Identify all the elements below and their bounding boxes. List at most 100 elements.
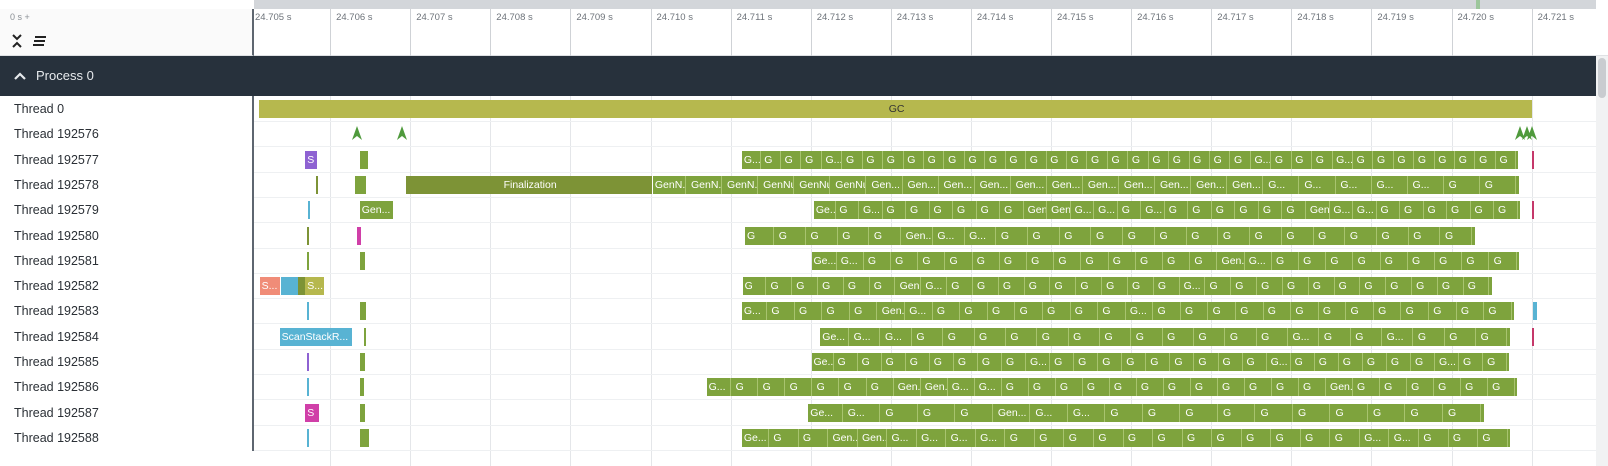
- process-header[interactable]: Process 0: [0, 56, 1608, 96]
- gen-slice[interactable]: G: [920, 251, 946, 270]
- gen-slice[interactable]: G: [893, 251, 919, 270]
- gen-slice[interactable]: G...: [1028, 353, 1051, 371]
- end-marker[interactable]: [1531, 327, 1534, 346]
- thread-row[interactable]: Thread 192588Ge...GGGen...Gen...G...G...…: [0, 424, 1596, 451]
- gen-slice[interactable]: G: [1057, 378, 1083, 397]
- trace-slice[interactable]: [363, 327, 366, 346]
- gen-slice[interactable]: G: [920, 403, 956, 422]
- gen-slice[interactable]: G: [883, 403, 918, 422]
- thread-row[interactable]: Thread 192587 S Ge... G... G G G Gen... G... G...…: [0, 399, 1596, 426]
- end-marker[interactable]: [1531, 150, 1534, 169]
- gen-slice[interactable]: GenNurseryPr...: [833, 175, 867, 194]
- gen-slice[interactable]: G: [1196, 327, 1226, 346]
- gen-slice[interactable]: G: [1456, 150, 1476, 169]
- gen-slice[interactable]: G: [1447, 327, 1477, 346]
- gen-slice[interactable]: G: [1313, 150, 1333, 169]
- gen-slice[interactable]: G: [1485, 353, 1508, 371]
- gen-slice[interactable]: G...: [845, 403, 881, 422]
- gen-slice[interactable]: G: [1316, 226, 1346, 245]
- trace-slice[interactable]: [359, 251, 365, 270]
- gen-slice[interactable]: G...: [919, 428, 947, 447]
- thread-track[interactable]: GC: [254, 96, 1596, 122]
- gen-slice[interactable]: G: [1259, 327, 1288, 346]
- gen-slice[interactable]: G...: [1331, 201, 1354, 220]
- gen-slice[interactable]: G: [1472, 201, 1495, 220]
- gen-slice[interactable]: G: [1072, 302, 1099, 321]
- gen-slice[interactable]: G: [1463, 378, 1488, 397]
- gen-slice[interactable]: G: [1316, 353, 1339, 371]
- gen-slice[interactable]: G: [843, 150, 863, 169]
- trace-slice[interactable]: [354, 175, 367, 194]
- gen-slice[interactable]: G: [1439, 277, 1464, 296]
- trace-slice[interactable]: [357, 226, 362, 245]
- gen-slice[interactable]: Gen...: [1158, 175, 1192, 194]
- gen-slice[interactable]: G: [974, 251, 1000, 270]
- gen-slice[interactable]: G: [1189, 226, 1219, 245]
- gen-slice[interactable]: G: [1252, 226, 1282, 245]
- gen-slice[interactable]: G: [1379, 226, 1409, 245]
- thread-row[interactable]: Thread 192585Ge...GGGGGGGGG...GGGGGGGGGG…: [0, 349, 1596, 375]
- gen-slice[interactable]: G: [1450, 428, 1479, 447]
- gen-slice[interactable]: G...: [1374, 175, 1408, 194]
- gen-slice[interactable]: G: [1068, 150, 1088, 169]
- gen-slice[interactable]: G...: [1181, 277, 1206, 296]
- gen-slice[interactable]: GenN...: [688, 175, 723, 194]
- trace-slice[interactable]: [307, 201, 311, 220]
- gen-slice[interactable]: G...: [1354, 201, 1377, 220]
- gen-slice[interactable]: G...: [1302, 175, 1336, 194]
- gen-slice[interactable]: G: [1284, 277, 1309, 296]
- gen-slice[interactable]: G: [1293, 150, 1313, 169]
- gen-slice[interactable]: Gen...: [903, 226, 933, 245]
- gen-slice[interactable]: G: [1111, 378, 1137, 397]
- gen-slice[interactable]: G: [745, 226, 775, 245]
- gen-slice[interactable]: Gen...: [977, 175, 1011, 194]
- trace-slice[interactable]: [306, 302, 310, 321]
- gen-slice[interactable]: Gen...: [1328, 378, 1353, 397]
- trace-slice[interactable]: [306, 226, 310, 245]
- gen-slice[interactable]: G...: [1127, 302, 1154, 321]
- gen-slice[interactable]: Gen...: [830, 428, 858, 447]
- gen-slice[interactable]: G: [733, 378, 759, 397]
- gen-slice[interactable]: G: [1104, 277, 1128, 296]
- gen-slice[interactable]: G: [883, 353, 906, 371]
- gen-slice[interactable]: G: [1089, 150, 1108, 169]
- trace-slice[interactable]: [359, 353, 366, 371]
- gen-slice[interactable]: G: [808, 226, 838, 245]
- gen-slice[interactable]: G: [1094, 226, 1124, 245]
- gen-slice[interactable]: Gen...: [941, 175, 975, 194]
- gen-slice[interactable]: G: [1461, 353, 1484, 371]
- gen-slice[interactable]: G: [1052, 277, 1077, 296]
- gen-slice[interactable]: G: [1292, 353, 1315, 371]
- gen-slice[interactable]: G: [1233, 277, 1258, 296]
- gen-slice[interactable]: G: [1375, 150, 1394, 169]
- gen-slice[interactable]: G: [975, 277, 999, 296]
- gen-slice[interactable]: G...: [1391, 428, 1419, 447]
- gen-slice[interactable]: G: [977, 327, 1006, 346]
- gen-slice[interactable]: G: [1382, 251, 1408, 270]
- thread-row[interactable]: Thread 0 GC: [0, 96, 1596, 122]
- gen-slice[interactable]: G: [1480, 428, 1508, 447]
- thread-label[interactable]: Thread 192576: [0, 121, 254, 148]
- gen-slice[interactable]: G: [1166, 201, 1189, 220]
- gen-slice[interactable]: G...: [1072, 201, 1095, 220]
- gen-slice[interactable]: G: [1482, 175, 1516, 194]
- gen-slice[interactable]: G: [1446, 175, 1480, 194]
- gen-slice[interactable]: G: [1382, 378, 1407, 397]
- gen-slice[interactable]: G: [1295, 403, 1331, 422]
- gen-slice[interactable]: G: [1414, 277, 1438, 296]
- trace-slice[interactable]: ScanStackR...: [279, 327, 352, 346]
- trace-slice[interactable]: S: [305, 403, 319, 422]
- gen-slice[interactable]: G: [949, 277, 973, 296]
- gen-slice[interactable]: G: [1244, 428, 1272, 447]
- gen-slice[interactable]: G: [1354, 150, 1374, 169]
- gen-slice[interactable]: G: [1000, 277, 1025, 296]
- gen-slice[interactable]: G: [934, 302, 961, 321]
- trace-slice[interactable]: [306, 428, 310, 447]
- gen-slice[interactable]: G: [871, 277, 896, 296]
- gen-slice[interactable]: G: [1108, 403, 1143, 422]
- gen-slice[interactable]: G: [1030, 226, 1060, 245]
- gen-slice[interactable]: G: [1220, 226, 1251, 245]
- gen-slice[interactable]: G: [1436, 150, 1456, 169]
- gen-slice[interactable]: G: [1076, 353, 1099, 371]
- gen-slice[interactable]: G: [1002, 201, 1024, 220]
